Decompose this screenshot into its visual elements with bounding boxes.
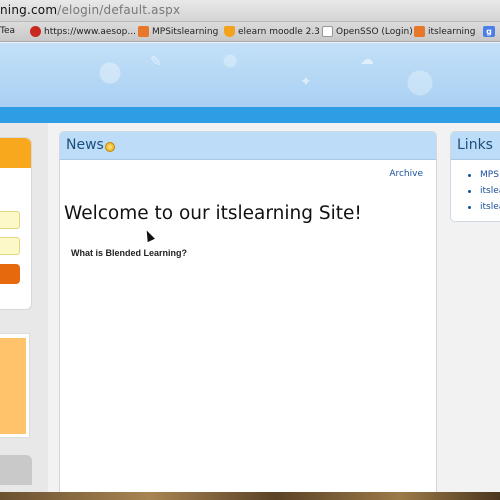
links-panel: Links MPS itslea itslea [450,131,500,222]
bookmark-label: itslearning [428,26,476,37]
news-item-heading[interactable]: What is Blended Learning? [71,248,187,258]
navigation-strip [0,107,500,123]
bookmark-elearn-moodle[interactable]: elearn moodle 2.3 [224,26,320,37]
link-item[interactable]: MPS [466,170,500,186]
links-list: MPS itslea itslea [466,170,500,218]
news-title: News [66,137,104,153]
bookmark-google[interactable]: g [483,26,495,37]
site-banner: ✎ ✦ ☁ [0,43,500,107]
bookmark-aesop[interactable]: https://www.aesop... [30,26,136,37]
browser-url-bar[interactable]: ning.com/elogin/default.aspx [0,0,500,22]
rss-icon[interactable] [105,142,115,152]
login-panel-header [0,138,31,168]
link-item[interactable]: itslea [466,202,500,218]
url-text[interactable]: ning.com/elogin/default.aspx [0,3,180,17]
welcome-heading: Welcome to our itslearning Site! [64,203,362,224]
bookmark-opensso[interactable]: OpenSSO (Login) [322,26,413,37]
bookmark-label: Tea [0,26,16,36]
bookmarks-bar: Tea https://www.aesop... MPSitslearning … [0,22,500,42]
mps-icon [138,26,149,37]
news-panel-header: News [60,132,436,160]
mps-icon [414,26,425,37]
links-title: Links [457,137,493,153]
bookmark-label: elearn moodle 2.3 [238,26,320,37]
aesop-icon [30,26,41,37]
bookmark-label: OpenSSO (Login) [336,26,413,37]
url-path: /elogin/default.aspx [57,3,181,17]
page-icon [322,26,333,37]
bookmark-itslearning[interactable]: itslearning [414,26,475,37]
login-button[interactable] [0,264,20,284]
left-panel-header [0,455,32,485]
bookmark-tea[interactable]: Tea [0,26,15,36]
promo-image[interactable] [0,338,26,434]
links-panel-header: Links [451,132,500,160]
news-panel: News Archive Welcome to our itslearning … [59,131,437,500]
moodle-icon [224,26,235,37]
desktop-background [0,492,500,500]
google-icon: g [483,26,495,37]
banner-doodle-icon: ✎ [150,53,162,69]
link-item[interactable]: itslea [466,186,500,202]
password-field[interactable] [0,237,20,255]
username-field[interactable] [0,211,20,229]
url-host: ning.com [0,3,58,17]
bookmark-mpsitslearning[interactable]: MPSitslearning [138,26,218,37]
promo-panel [0,333,30,438]
banner-doodle-icon: ✦ [300,73,312,89]
archive-link[interactable]: Archive [389,169,423,179]
login-panel [0,137,32,310]
banner-doodle-icon: ☁ [360,51,374,67]
bookmark-label: MPSitslearning [152,26,219,37]
bookmark-label: https://www.aesop... [44,26,136,37]
